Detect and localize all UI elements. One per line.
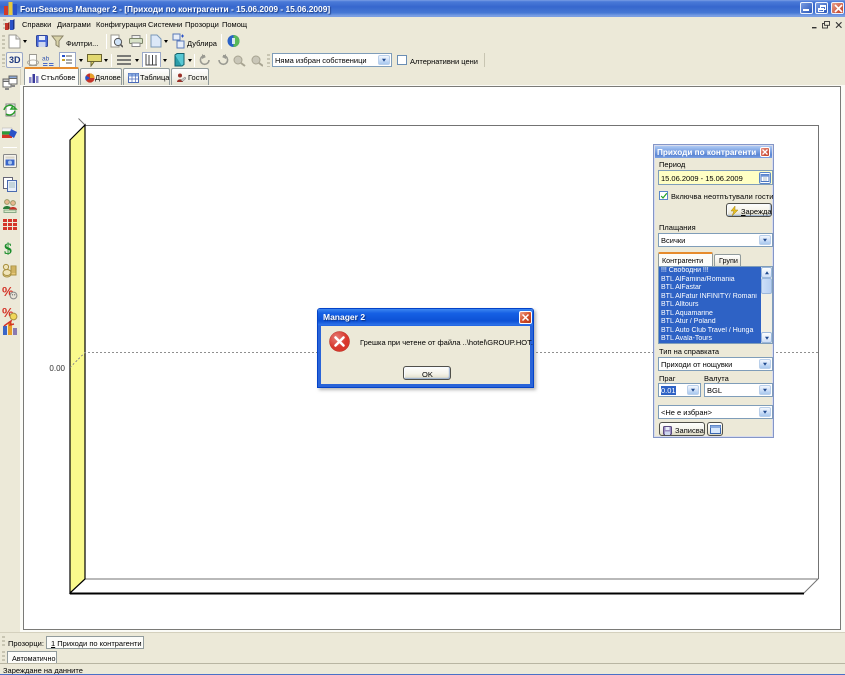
svg-text:ab: ab: [42, 56, 50, 63]
svg-text:0.00: 0.00: [49, 364, 65, 373]
svg-text:$: $: [4, 241, 12, 256]
